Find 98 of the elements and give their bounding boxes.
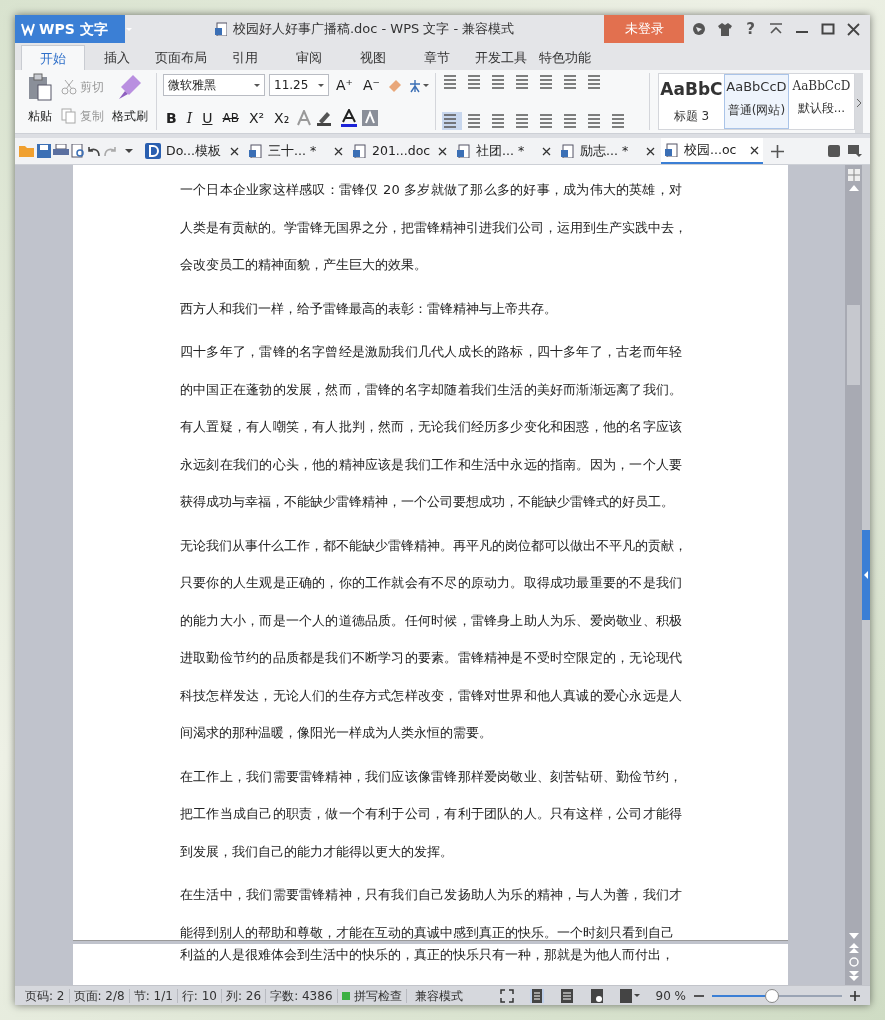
paste-button[interactable]: 粘贴: [25, 73, 55, 130]
status-item: 页码: 2: [21, 988, 70, 1003]
copy-icon: [61, 107, 77, 124]
tab-menu-icon[interactable]: [848, 145, 862, 157]
template-icon: [145, 143, 161, 159]
paragraph: 四十多年了，雷锋的名字曾经是激励我们几代人成长的路标，四十多年了，古老而年轻 的中国正在蓬勃的发展，然而，雷锋的名字却随着我们生活的美好而渐渐远离了我们。 有人置疑，有人嘲笑，有人批判，然而，无论我们经历多少变化和困惑，他的名字应该 永远刻在我们的心头，他的精神应该是我们工作和生活中永远的指南。因为，一个人要 获得成功与幸福，不能缺少雷锋精神，一个公司要想成功，不能缺少雷锋式的好员工。: [180, 343, 682, 511]
font-size-field[interactable]: 11.25: [269, 74, 329, 96]
status-item: 字数: 4386: [266, 988, 338, 1003]
zoom-in-icon[interactable]: [850, 990, 860, 1001]
brush-icon: [117, 73, 143, 101]
status-item: 行: 10: [177, 988, 222, 1003]
close-icon[interactable]: [847, 22, 860, 36]
print-preview-icon[interactable]: [71, 144, 85, 158]
menu-tab[interactable]: 章节: [405, 45, 469, 70]
document-icon: [561, 144, 575, 158]
window-list-icon[interactable]: [828, 145, 840, 157]
text-effect-icon[interactable]: [296, 110, 313, 126]
style-preset[interactable]: AaBbCcD 普通(网站): [723, 74, 789, 129]
font-name-field[interactable]: 微软雅黑: [163, 74, 265, 96]
document-tab[interactable]: 校园...oc: [661, 138, 763, 164]
menu-tab[interactable]: 视图: [341, 45, 405, 70]
paragraph: 无论我们从事什么工作，都不能缺少雷锋精神。再平凡的岗位都可以做出不平凡的贡献， 只要你的人生观是正确的，你的工作就会有不尽的原动力。取得成功最重要的不是我们 的能力大小，而是一个人的道德品质。任何时候，雷锋身上助人为乐、爱岗敬业、积极 进取勤俭节约的品质都是我们不断学习的要素。雷锋精神是不受时空限定的，无论现代 科技怎样发达，无论人们的生存方式怎样改变，雷锋对世界和他人真诚的爱心永远是人 间渴求的那种温暖，像阳光一样成为人类永恒的需要。: [180, 536, 682, 742]
page-view-icon[interactable]: [529, 988, 544, 1003]
close-icon: [542, 146, 551, 156]
w-logo-icon: [21, 22, 35, 36]
scroll-thumb[interactable]: [847, 305, 860, 385]
caret-icon: [254, 83, 260, 87]
format-button[interactable]: X²: [245, 106, 268, 130]
clipboard-icon: [27, 73, 53, 101]
menu-tab[interactable]: 引用: [213, 45, 277, 70]
next-page-icon[interactable]: [848, 971, 859, 981]
full-screen-icon[interactable]: [499, 988, 514, 1003]
close-icon: [230, 146, 239, 156]
close-icon: [438, 146, 447, 156]
document-tab[interactable]: Do...模板: [141, 138, 243, 164]
skin-icon[interactable]: [692, 22, 707, 36]
plus-icon[interactable]: [771, 144, 784, 158]
paragraph: 利益的人是很难体会到生活中的快乐的，真正的快乐只有一种，那就是为他人而付出，: [180, 946, 675, 964]
spell-check-status[interactable]: 拼写检查: [353, 988, 402, 1003]
close-icon: [334, 146, 343, 156]
zoom-percentage: 90 %: [655, 987, 686, 1005]
document-tab[interactable]: 三十... *: [245, 138, 347, 164]
grow-font-button[interactable]: A⁺: [333, 73, 356, 97]
menu-tab[interactable]: 页面布局: [149, 45, 213, 70]
document-icon: [353, 144, 367, 158]
format-button[interactable]: U: [199, 106, 216, 130]
menu-tab[interactable]: 特色功能: [533, 45, 597, 70]
format-button[interactable]: B: [163, 106, 180, 130]
document-icon: [249, 144, 263, 158]
font-color-icon[interactable]: [340, 109, 359, 127]
scroll-down-icon[interactable]: [848, 933, 859, 939]
reading-view-icon[interactable]: [619, 988, 640, 1003]
paragraph: 在工作上，我们需要雷锋精神，我们应该像雷锋那样爱岗敬业、刻苦钻研、勤俭节约， 把工作当成自己的职责，做一个有利于公司，有利于团队的人。只有这样，公司才能得 到发展，我们自己的能力才能得以更大的发挥。: [180, 767, 682, 861]
shirt-icon[interactable]: [718, 22, 733, 36]
document-icon: [214, 22, 227, 36]
document-icon: [457, 144, 471, 158]
shrink-font-button[interactable]: A⁻: [359, 73, 383, 97]
format-button[interactable]: I: [183, 106, 196, 130]
scissors-icon: [61, 79, 77, 96]
scroll-up-icon[interactable]: [848, 185, 859, 191]
caret-icon: [318, 83, 324, 87]
undo-icon[interactable]: [87, 145, 101, 157]
status-square-icon: [341, 991, 350, 1000]
document-icon: [665, 143, 679, 157]
vertical-scrollbar[interactable]: [845, 165, 862, 985]
compat-mode-label: 兼容模式: [413, 987, 464, 1005]
paragraph: 西方人和我们一样，给予雷锋最高的表彰：雷锋精神与上帝共存。: [180, 299, 558, 318]
minimize-ribbon-icon[interactable]: [769, 23, 783, 35]
document-tab[interactable]: 励志... *: [557, 138, 659, 164]
document-tab[interactable]: 社团... *: [453, 138, 555, 164]
close-icon: [646, 146, 655, 156]
menu-tab[interactable]: 开始: [21, 45, 85, 70]
maximize-icon[interactable]: [821, 23, 835, 35]
status-item: 列: 26: [222, 988, 267, 1003]
window-title: 校园好人好事广播稿.doc - WPS 文字 - 兼容模式: [232, 20, 515, 39]
status-item: 页面: 2/8: [69, 988, 130, 1003]
paragraph: 一个日本企业家这样感叹：雷锋仅 20 多岁就做了那么多的好事，成为伟大的英雄，对 人类是有贡献的。学雷锋无国界之分，把雷锋精神引进我们公司，运用到生产实践中去， 会改变员工的精神面貌，产生巨大的效果。: [180, 181, 682, 274]
format-painter-button[interactable]: 格式刷: [110, 73, 150, 130]
printer-icon[interactable]: [53, 144, 69, 158]
help-button[interactable]: ?: [744, 16, 757, 42]
align-left-icon[interactable]: [441, 112, 462, 130]
outline-view-icon[interactable]: [559, 988, 574, 1003]
save-icon[interactable]: [37, 144, 51, 158]
side-panel-toggle-icon[interactable]: [862, 530, 870, 620]
paragraph: 在生活中，我们需要雷锋精神，只有我们自己发扬助人为乐的精神，与人为善，我们才 能得到别人的帮助和尊敬，才能在互动的真诚中感到真正的快乐。一个时刻只看到自己: [180, 886, 682, 942]
browse-object-icon[interactable]: [848, 957, 859, 967]
menu-tab[interactable]: 开发工具: [469, 45, 533, 70]
caret-icon[interactable]: [125, 149, 133, 153]
format-button[interactable]: X₂: [271, 106, 293, 130]
menu-tab[interactable]: 插入: [85, 45, 149, 70]
previous-page-icon[interactable]: [848, 943, 859, 953]
status-item: 节: 1/1: [129, 988, 178, 1003]
close-icon: [750, 145, 759, 155]
web-view-icon[interactable]: [589, 988, 604, 1003]
split-view-icon[interactable]: [847, 169, 860, 181]
menu-tab[interactable]: 审阅: [277, 45, 341, 70]
document-tab[interactable]: 201...doc: [349, 138, 451, 164]
format-button[interactable]: AB: [219, 106, 242, 130]
